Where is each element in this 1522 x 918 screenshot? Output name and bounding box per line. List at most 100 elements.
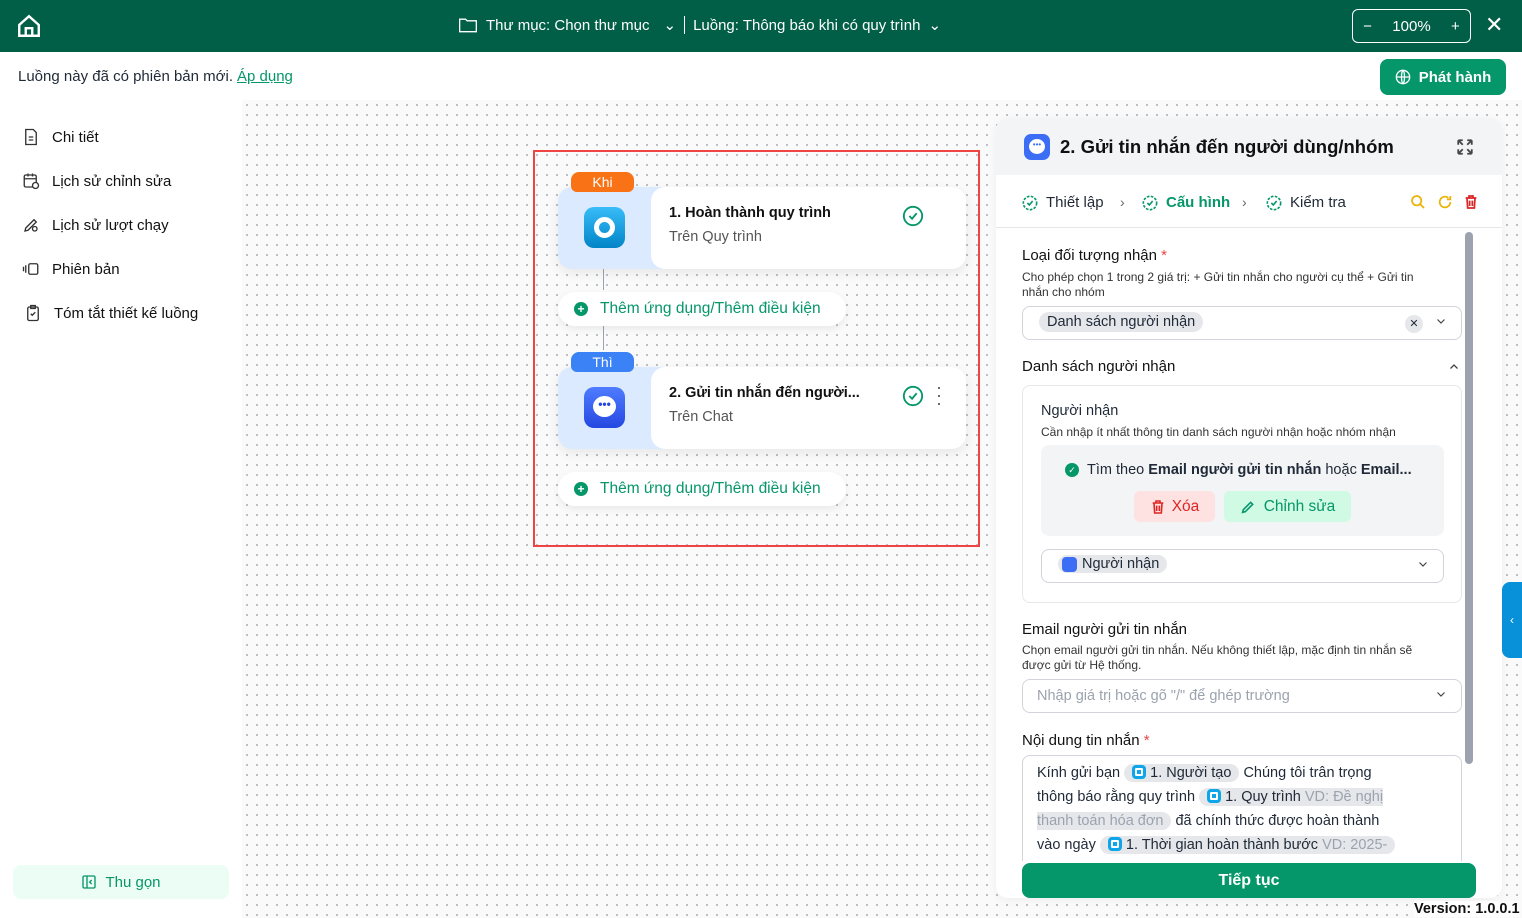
zoom-control: − 100% +: [1352, 9, 1471, 43]
flow-node-action[interactable]: ••• 2. Gửi tin nhắn đến người... Trên Ch…: [558, 367, 966, 449]
more-vertical-icon[interactable]: · · ·: [936, 378, 942, 412]
message-label: Nội dung tin nhắn *: [1022, 732, 1150, 749]
add-step-label: Thêm ứng dụng/Thêm điều kiện: [600, 480, 821, 497]
flow-selector[interactable]: Luồng: Thông báo khi có quy trình: [693, 17, 920, 34]
process-app-icon: [1207, 789, 1222, 803]
sidebar-item-summary[interactable]: Tóm tắt thiết kế luồng: [24, 304, 198, 322]
check-circle-icon: [1266, 195, 1282, 210]
chevron-down-icon[interactable]: [1417, 558, 1429, 570]
pencil-icon: [24, 218, 38, 232]
expand-icon[interactable]: [1456, 138, 1474, 156]
recipient-rule: ✓ Tìm theo Email người gửi tin nhắn hoặc…: [1041, 445, 1444, 536]
globe-icon: [1395, 69, 1411, 85]
chevron-down-icon[interactable]: ⌄: [928, 16, 941, 34]
check-filled-icon: ✓: [1065, 463, 1079, 477]
node-title: 2. Gửi tin nhắn đến người...: [669, 385, 860, 401]
clipboard-icon: [27, 304, 39, 322]
search-icon[interactable]: [1410, 194, 1426, 210]
step-tabs: Thiết lập › Cấu hình › Kiểm tra: [996, 175, 1502, 228]
recipient-select[interactable]: Người nhận: [1041, 549, 1444, 583]
collapse-button[interactable]: Thu gọn: [13, 865, 229, 899]
recipient-type-select[interactable]: Danh sách người nhận ✕: [1022, 306, 1462, 340]
close-button[interactable]: ✕: [1485, 12, 1503, 38]
add-step-button[interactable]: + Thêm ứng dụng/Thêm điều kiện: [558, 472, 846, 506]
continue-button[interactable]: Tiếp tục: [1022, 863, 1476, 898]
sidebar-item-edit-history[interactable]: Lịch sử chỉnh sửa: [22, 172, 171, 190]
process-app-icon: [1132, 765, 1147, 779]
chat-app-icon: •••: [1024, 134, 1050, 160]
field-chip-hint: thanh toán hóa đơn: [1037, 812, 1172, 830]
field-chip: 1. Quy trình VD: Đề nghị: [1199, 788, 1384, 806]
zoom-out-button[interactable]: −: [1363, 18, 1372, 35]
document-icon: [25, 128, 37, 146]
message-editor[interactable]: Kính gửi bạn 1. Người tạo Chúng tôi trân…: [1022, 755, 1462, 861]
sidebar: Chi tiết Lịch sử chỉnh sửa Lịch sử lượt …: [0, 100, 242, 918]
edit-rule-button[interactable]: Chỉnh sửa: [1224, 491, 1351, 522]
check-circle-icon: [1022, 195, 1038, 210]
recipient-list-card: Người nhận Cần nhập ít nhất thông tin da…: [1022, 385, 1462, 603]
chevron-down-icon[interactable]: [1435, 688, 1447, 700]
tab-setup[interactable]: Thiết lập: [1022, 194, 1104, 211]
sidebar-item-label: Tóm tắt thiết kế luồng: [54, 304, 199, 322]
apply-link[interactable]: Áp dụng: [237, 68, 293, 85]
recipients-label: Người nhận: [1041, 403, 1119, 419]
sidebar-item-versions[interactable]: Phiên bản: [22, 260, 120, 278]
version-label: Version: 1.0.0.1: [1414, 901, 1520, 917]
recipient-chip: Người nhận: [1058, 555, 1168, 573]
sender-email-input[interactable]: Nhập giá trị hoặc gõ "/" để ghép trường: [1022, 679, 1462, 713]
sender-email-label: Email người gửi tin nhắn: [1022, 621, 1187, 638]
message-text: vào ngày: [1037, 837, 1096, 853]
refresh-icon[interactable]: [1437, 194, 1453, 210]
panel-title: 2. Gửi tin nhắn đến người dùng/nhóm: [1060, 136, 1394, 157]
add-step-label: Thêm ứng dụng/Thêm điều kiện: [600, 300, 821, 317]
trash-icon[interactable]: [1463, 194, 1479, 210]
chevron-up-icon[interactable]: [1448, 361, 1460, 373]
publish-button[interactable]: Phát hành: [1380, 59, 1506, 95]
publish-label: Phát hành: [1418, 68, 1492, 86]
zoom-in-button[interactable]: +: [1451, 18, 1460, 35]
selected-value-chip: Danh sách người nhận: [1039, 312, 1204, 332]
sender-email-help: Chọn email người gửi tin nhắn. Nếu không…: [1022, 643, 1413, 672]
node-title: 1. Hoàn thành quy trình: [669, 205, 831, 221]
check-circle-icon: [902, 205, 924, 227]
trash-icon: [1152, 499, 1164, 514]
check-circle-icon: [902, 385, 924, 407]
tab-label: Thiết lập: [1046, 194, 1104, 211]
folder-icon: [459, 18, 477, 33]
recipients-help: Cần nhập ít nhất thông tin danh sách ngư…: [1041, 425, 1396, 439]
pencil-icon: [1241, 500, 1254, 513]
collapse-label: Thu gọn: [105, 873, 161, 891]
sidebar-item-label: Lịch sử chỉnh sửa: [52, 172, 172, 190]
notice-text: Luồng này đã có phiên bản mới.: [18, 68, 233, 85]
chevron-left-icon: ‹: [1510, 613, 1514, 627]
connector-line: [603, 326, 604, 350]
sidebar-item-label: Lịch sử lượt chạy: [52, 216, 169, 234]
step-config-panel: ••• 2. Gửi tin nhắn đến người dùng/nhóm …: [996, 118, 1502, 898]
flow-node-trigger[interactable]: 1. Hoàn thành quy trình Trên Quy trình: [558, 187, 966, 269]
chevron-right-icon: ›: [1242, 194, 1247, 210]
clear-icon[interactable]: ✕: [1405, 315, 1423, 333]
add-step-button[interactable]: + Thêm ứng dụng/Thêm điều kiện: [558, 292, 846, 326]
chevron-down-icon[interactable]: ⌄: [663, 16, 676, 34]
expand-side-tab[interactable]: ‹: [1502, 582, 1522, 658]
folder-selector[interactable]: Thư mục: Chọn thư mục: [486, 17, 649, 34]
field-chip: 1. Người tạo: [1124, 764, 1240, 782]
sender-email-placeholder: Nhập giá trị hoặc gõ "/" để ghép trường: [1037, 688, 1290, 704]
then-tag: Thì: [571, 352, 634, 372]
panel-header: ••• 2. Gửi tin nhắn đến người dùng/nhóm: [996, 118, 1502, 175]
tab-config[interactable]: Cấu hình: [1142, 194, 1230, 211]
plus-circle-icon: +: [574, 482, 588, 496]
sidebar-item-run-history[interactable]: Lịch sử lượt chạy: [22, 216, 169, 234]
tab-test[interactable]: Kiểm tra: [1266, 194, 1346, 211]
tab-label: Cấu hình: [1166, 194, 1231, 211]
zoom-level: 100%: [1392, 17, 1431, 35]
process-app-icon: [1107, 837, 1122, 851]
sidebar-item-label: Chi tiết: [52, 128, 99, 146]
chevron-down-icon[interactable]: [1435, 315, 1447, 327]
tab-label: Kiểm tra: [1290, 194, 1346, 211]
new-version-notice: Luồng này đã có phiên bản mới. Áp dụng: [18, 68, 293, 85]
sidebar-item-details[interactable]: Chi tiết: [22, 128, 99, 146]
delete-rule-button[interactable]: Xóa: [1134, 491, 1215, 522]
panel-scrollbar[interactable]: [1465, 232, 1473, 764]
home-icon[interactable]: [16, 13, 42, 39]
